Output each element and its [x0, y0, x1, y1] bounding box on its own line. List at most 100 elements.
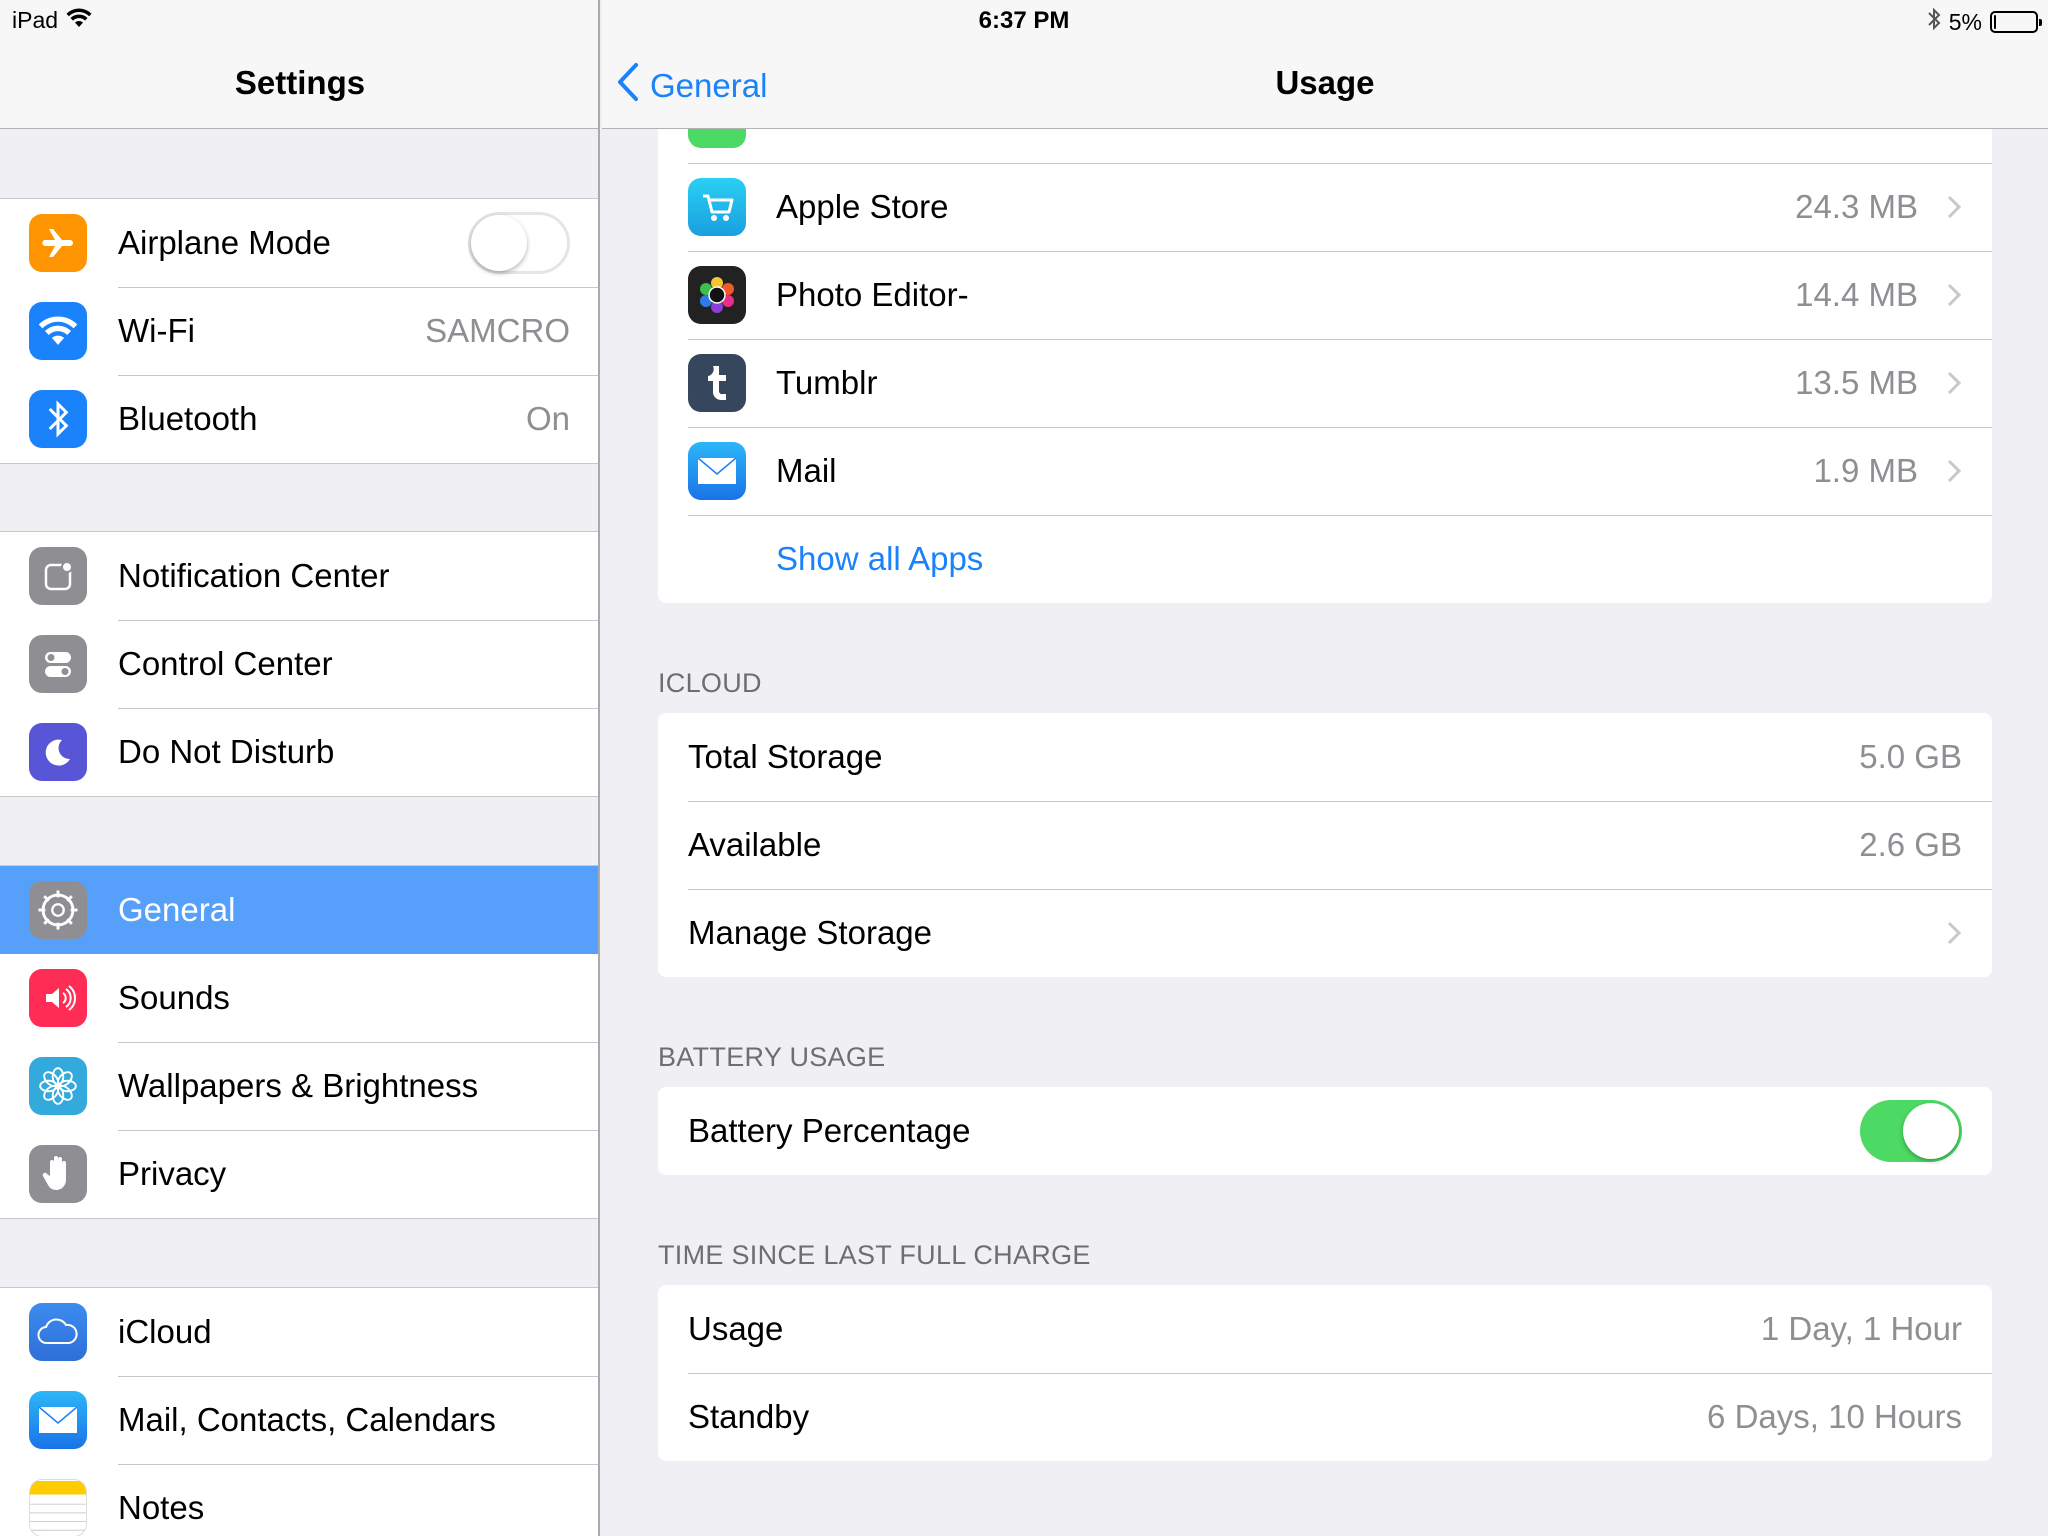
- available-row: Available 2.6 GB: [658, 801, 1992, 889]
- usage-time-row: Usage 1 Day, 1 Hour: [658, 1285, 1992, 1373]
- app-size: 13.5 MB: [1795, 364, 1918, 401]
- cloud-icon: [29, 1303, 87, 1361]
- wifi-network-value: SAMCRO: [425, 312, 570, 349]
- settings-row-label: Control Center: [118, 645, 333, 682]
- battery-icon: [1990, 11, 2042, 33]
- app-row-mail[interactable]: Mail 1.9 MB: [658, 427, 1992, 515]
- settings-row-control-center[interactable]: Control Center: [0, 620, 598, 708]
- time-since-charge-section-header: TIME SINCE LAST FULL CHARGE: [658, 1240, 1091, 1270]
- tumblr-icon: [688, 354, 746, 412]
- gear-icon: [29, 881, 87, 939]
- flower-icon: [29, 1057, 87, 1115]
- settings-row-privacy[interactable]: Privacy: [0, 1130, 598, 1218]
- app-name: Tumblr: [776, 364, 878, 401]
- settings-title: Settings: [234, 64, 366, 101]
- total-storage-value: 5.0 GB: [1859, 738, 1962, 775]
- settings-row-label: iCloud: [118, 1313, 212, 1350]
- settings-row-mail-contacts-calendars[interactable]: Mail, Contacts, Calendars: [0, 1376, 598, 1464]
- control-center-icon: [29, 635, 87, 693]
- settings-row-label: Notes: [118, 1489, 205, 1526]
- mail-icon: [688, 442, 746, 500]
- battery-usage-section-header: BATTERY USAGE: [658, 1042, 886, 1072]
- usage-time-label: Usage: [688, 1310, 784, 1347]
- bluetooth-status-icon: [1927, 7, 1941, 37]
- notification-center-icon: [29, 547, 87, 605]
- available-label: Available: [688, 826, 822, 863]
- battery-percent: 5%: [1948, 8, 1982, 35]
- battery-percentage-toggle[interactable]: [1860, 1100, 1962, 1162]
- airplane-mode-toggle[interactable]: [468, 212, 570, 274]
- photo-editor-icon: [688, 266, 746, 324]
- manage-storage-label: Manage Storage: [688, 914, 933, 951]
- app-row-photo-editor[interactable]: Photo Editor- 14.4 MB: [658, 251, 1992, 339]
- airplane-icon: [29, 214, 87, 272]
- usage-time-value: 1 Day, 1 Hour: [1760, 1310, 1962, 1347]
- settings-row-notes[interactable]: Notes: [0, 1464, 598, 1536]
- battery-usage-card: Battery Percentage: [658, 1087, 1992, 1175]
- show-all-apps-row[interactable]: Show all Apps: [658, 515, 1992, 603]
- app-name: Mail: [776, 452, 837, 489]
- standby-time-row: Standby 6 Days, 10 Hours: [658, 1373, 1992, 1461]
- settings-row-label: Sounds: [118, 979, 230, 1016]
- settings-row-label: Bluetooth: [118, 400, 258, 437]
- settings-row-label: Do Not Disturb: [118, 733, 335, 770]
- chevron-right-icon: [1946, 920, 1962, 951]
- hand-icon: [29, 1145, 87, 1203]
- settings-group-notifications: Notification Center Control Center Do No…: [0, 531, 598, 797]
- status-bar: iPad 6:37 PM 5%: [0, 0, 2048, 40]
- settings-row-label: Privacy: [118, 1155, 227, 1192]
- settings-row-wallpapers-brightness[interactable]: Wallpapers & Brightness: [0, 1042, 598, 1130]
- mail-icon: [29, 1391, 87, 1449]
- bluetooth-icon: [29, 390, 87, 448]
- app-size: 1.9 MB: [1813, 452, 1918, 489]
- settings-row-general[interactable]: General: [0, 866, 598, 954]
- settings-row-airplane-mode[interactable]: Airplane Mode: [0, 199, 598, 287]
- settings-row-do-not-disturb[interactable]: Do Not Disturb: [0, 708, 598, 796]
- available-value: 2.6 GB: [1859, 826, 1962, 863]
- app-row-tumblr[interactable]: Tumblr 13.5 MB: [658, 339, 1992, 427]
- show-all-apps-link[interactable]: Show all Apps: [776, 540, 983, 578]
- battery-percentage-row: Battery Percentage: [658, 1087, 1992, 1175]
- chevron-right-icon: [1946, 458, 1962, 489]
- speaker-icon: [29, 969, 87, 1027]
- chevron-right-icon: [1946, 282, 1962, 313]
- page-title: Usage: [1275, 64, 1375, 101]
- app-row-apple-store[interactable]: Apple Store 24.3 MB: [658, 163, 1992, 251]
- chevron-right-icon: [1946, 370, 1962, 401]
- battery-percentage-label: Battery Percentage: [688, 1112, 971, 1149]
- manage-storage-row[interactable]: Manage Storage: [658, 889, 1992, 977]
- settings-group-accounts: iCloud Mail, Contacts, Calendars Notes: [0, 1287, 598, 1536]
- settings-row-wifi[interactable]: Wi-Fi SAMCRO: [0, 287, 598, 375]
- settings-group-general: General Sounds Wallpapers & Brightness P…: [0, 865, 598, 1219]
- app-name: Apple Store: [776, 188, 949, 225]
- settings-group-connectivity: Airplane Mode Wi-Fi SAMCRO Bluetooth On: [0, 198, 598, 464]
- settings-row-sounds[interactable]: Sounds: [0, 954, 598, 1042]
- moon-icon: [29, 723, 87, 781]
- total-storage-row: Total Storage 5.0 GB: [658, 713, 1992, 801]
- standby-time-label: Standby: [688, 1398, 810, 1435]
- settings-master-pane: Settings Airplane Mode Wi-Fi SAMCRO Blue…: [0, 0, 600, 1536]
- notes-icon: [29, 1479, 87, 1536]
- bluetooth-status-value: On: [525, 400, 570, 437]
- app-size: 24.3 MB: [1795, 188, 1918, 225]
- standby-time-value: 6 Days, 10 Hours: [1707, 1398, 1962, 1435]
- settings-row-bluetooth[interactable]: Bluetooth On: [0, 375, 598, 463]
- settings-row-label: General: [118, 891, 236, 928]
- battery-level-fill: [1994, 15, 1996, 29]
- usage-detail-pane: General Usage Apple Store 24.3 MB Photo …: [602, 0, 2048, 1536]
- settings-row-label: Wi-Fi: [118, 312, 195, 349]
- app-name: Photo Editor-: [776, 276, 969, 313]
- icloud-card: Total Storage 5.0 GB Available 2.6 GB Ma…: [658, 713, 1992, 977]
- total-storage-label: Total Storage: [688, 738, 883, 775]
- settings-row-label: Notification Center: [118, 557, 390, 594]
- status-time: 6:37 PM: [978, 7, 1070, 34]
- settings-row-label: Mail, Contacts, Calendars: [118, 1401, 496, 1438]
- apple-store-icon: [688, 178, 746, 236]
- wifi-icon: [29, 302, 87, 360]
- settings-row-label: Airplane Mode: [118, 224, 331, 261]
- settings-row-icloud[interactable]: iCloud: [0, 1288, 598, 1376]
- app-size: 14.4 MB: [1795, 276, 1918, 313]
- settings-row-notification-center[interactable]: Notification Center: [0, 532, 598, 620]
- time-since-charge-card: Usage 1 Day, 1 Hour Standby 6 Days, 10 H…: [658, 1285, 1992, 1461]
- icloud-section-header: ICLOUD: [658, 668, 762, 698]
